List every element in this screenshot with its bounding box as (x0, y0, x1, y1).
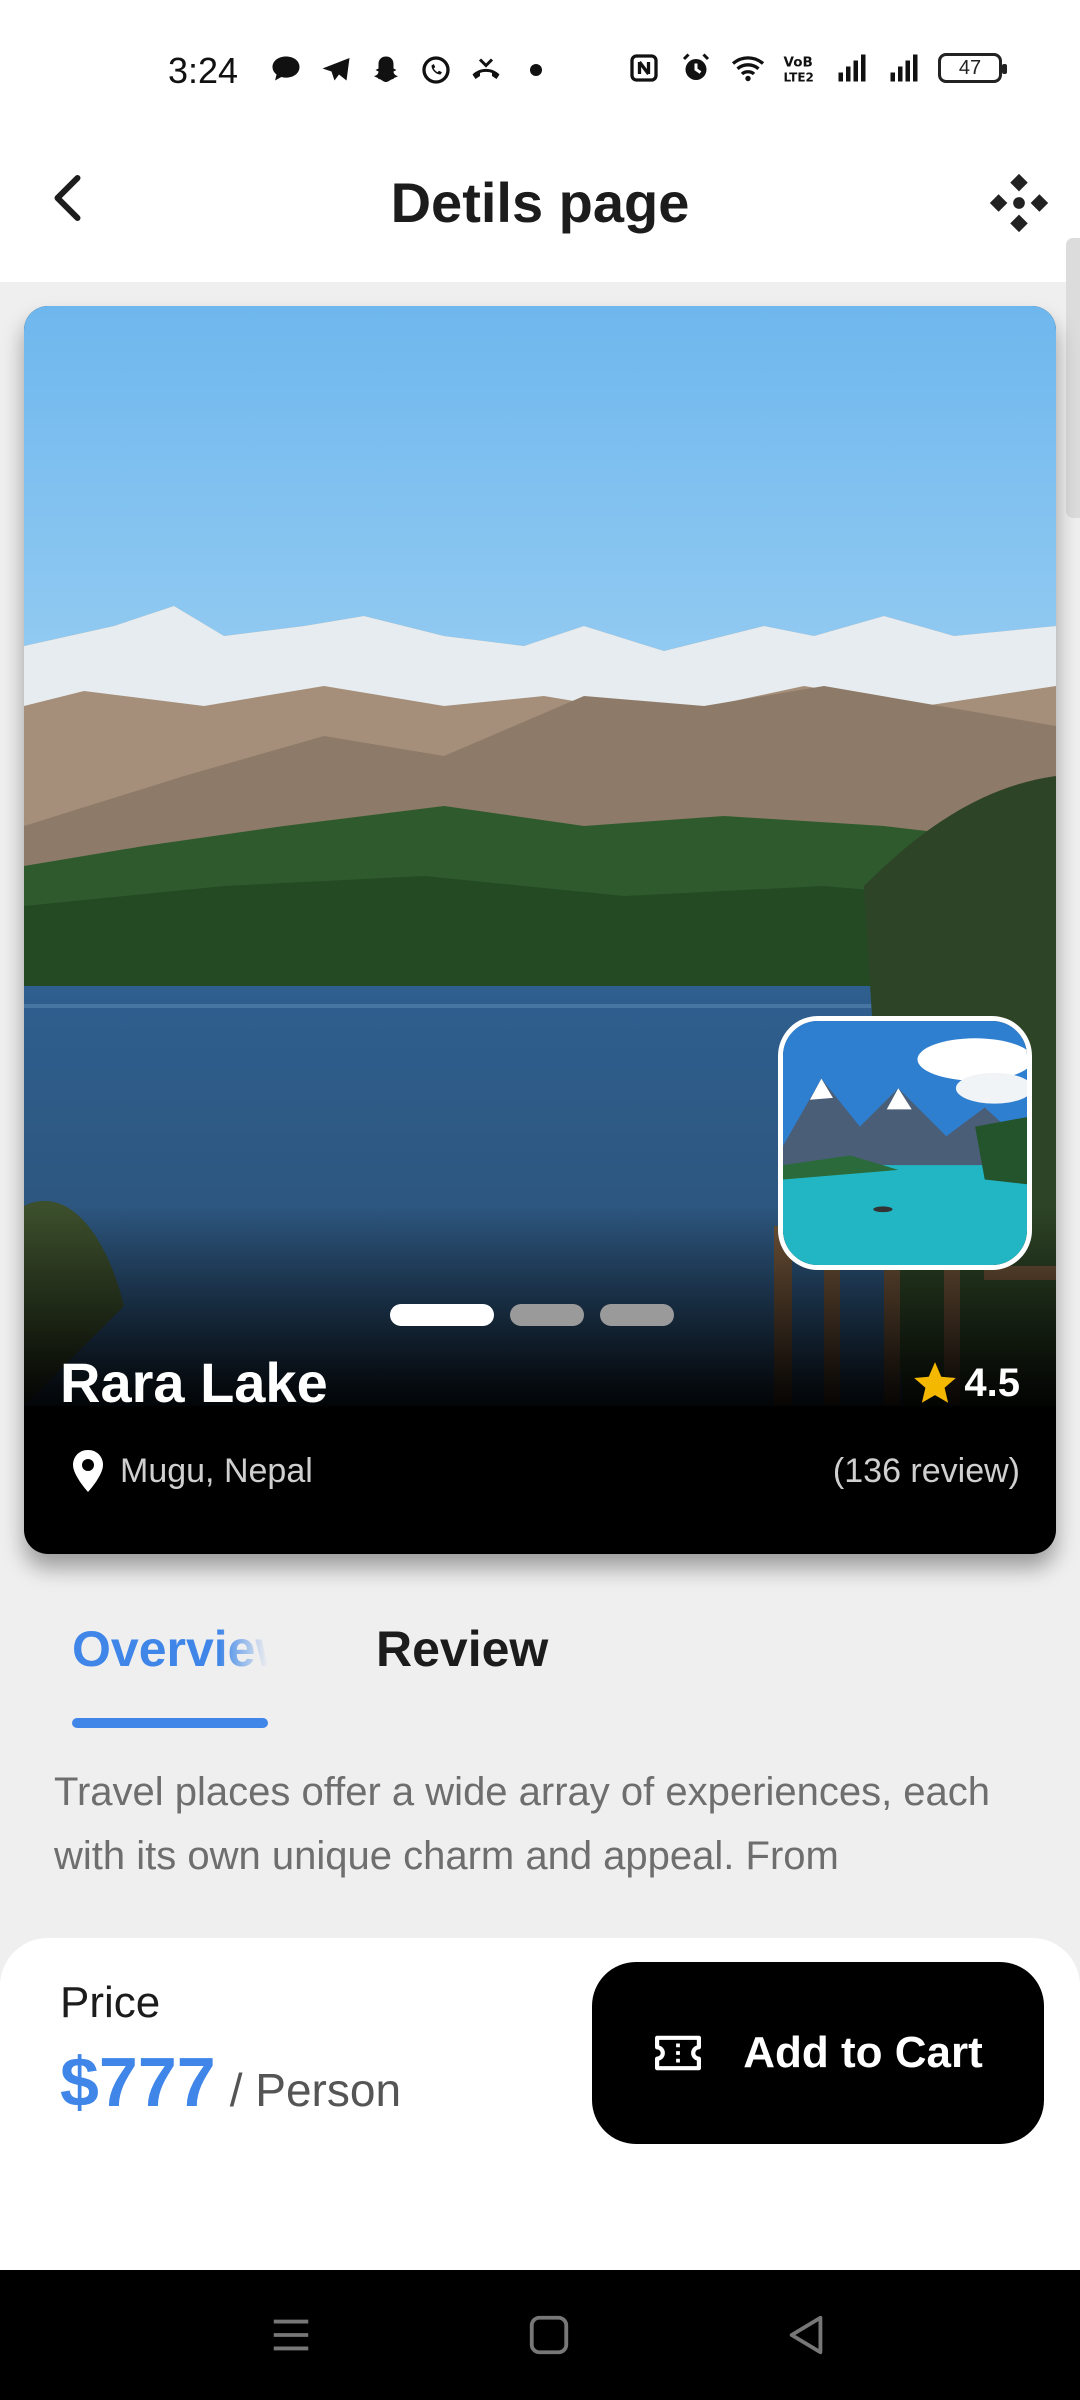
whatsapp-icon (422, 56, 450, 84)
rating: 4.5 (910, 1358, 1020, 1408)
carousel-dot[interactable] (600, 1304, 674, 1326)
place-name: Rara Lake (60, 1351, 328, 1414)
dot-icon (530, 64, 542, 76)
carousel-dot[interactable] (510, 1304, 584, 1326)
thumbnail-photo[interactable] (778, 1016, 1032, 1270)
tab-review[interactable]: Review (376, 1620, 548, 1678)
volte-icon: VoBLTE2 (784, 55, 814, 85)
status-time: 3:24 (168, 50, 239, 91)
telegram-icon (322, 58, 350, 81)
menu-icon[interactable] (984, 168, 1054, 238)
review-count[interactable]: (136 review) (833, 1452, 1020, 1491)
price-value: $777 (60, 2043, 216, 2121)
notification-icons (268, 52, 554, 88)
battery-icon: 47 (938, 53, 1007, 83)
place-card[interactable]: Rara Lake 4.5 Mugu, Nepal (136 review) (24, 306, 1056, 1554)
carousel-dots (390, 1304, 674, 1326)
app-bar: Detils page (0, 140, 1080, 282)
overview-text: Travel places offer a wide array of expe… (54, 1770, 991, 1878)
location-text: Mugu, Nepal (120, 1451, 313, 1490)
wifi-icon (731, 56, 765, 82)
snapchat-icon (374, 56, 398, 82)
nfc-icon (630, 54, 658, 82)
add-to-cart-label: Add to Cart (743, 2028, 983, 2077)
rating-value: 4.5 (964, 1360, 1020, 1405)
scroll-indicator (1066, 238, 1080, 518)
booking-panel: Price $777 / Person Add to Cart (0, 1938, 1080, 2270)
system-icons: VoB LTE2 47 (626, 50, 1007, 86)
alarm-icon (682, 53, 710, 80)
tab-overview[interactable]: Overview (72, 1620, 268, 1678)
signal-icon (838, 54, 866, 82)
price: $777 / Person (60, 2042, 401, 2122)
svg-text:LTE2: LTE2 (784, 71, 814, 85)
missed-call-icon (472, 58, 500, 79)
price-label: Price (60, 1978, 161, 2027)
system-nav-bar (0, 2270, 1080, 2400)
signal-icon-2 (890, 54, 918, 82)
page-title: Detils page (390, 171, 690, 234)
recents-menu-icon[interactable] (268, 2312, 314, 2358)
location-pin-icon (73, 1450, 103, 1492)
carousel-dot-active[interactable] (390, 1304, 494, 1326)
active-tab-indicator (72, 1718, 268, 1728)
location: Mugu, Nepal (70, 1448, 313, 1494)
status-bar: 3:24 VoB LTE2 47 (0, 0, 1080, 140)
star-icon (914, 1362, 957, 1403)
home-icon[interactable] (526, 2312, 572, 2358)
ticket-icon (655, 2035, 702, 2071)
price-unit: / Person (229, 2064, 402, 2116)
add-to-cart-button[interactable]: Add to Cart (592, 1962, 1044, 2144)
chat-bubble-icon (272, 56, 300, 81)
svg-text:VoB: VoB (784, 55, 813, 71)
back-triangle-icon[interactable] (784, 2312, 830, 2358)
